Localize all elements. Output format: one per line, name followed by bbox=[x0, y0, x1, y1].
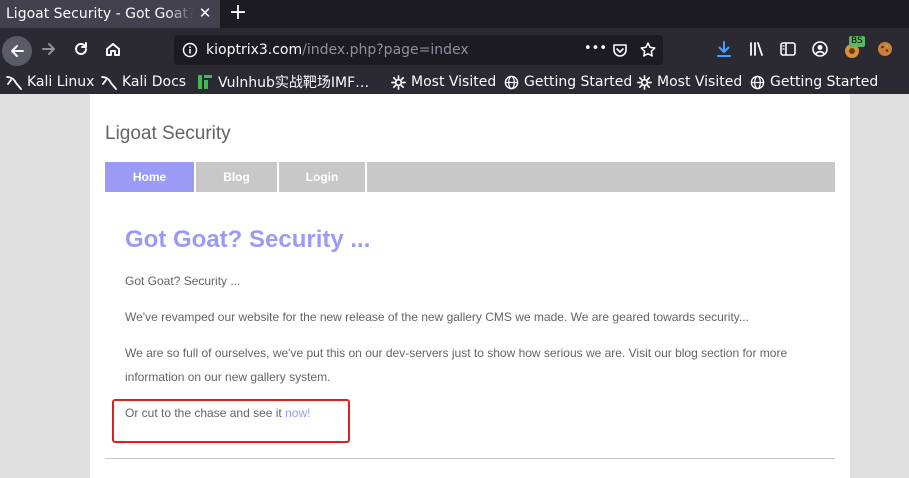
account-icon[interactable] bbox=[811, 40, 829, 58]
menu-item-blog[interactable]: Blog bbox=[196, 162, 279, 192]
page-actions-icon[interactable]: ••• bbox=[584, 41, 607, 56]
bookmark-vulnhub[interactable]: Vulnhub实战靶场IMF… bbox=[197, 73, 369, 91]
bookmark-label: Vulnhub实战靶场IMF… bbox=[218, 75, 370, 91]
cookie-icon[interactable] bbox=[876, 40, 894, 58]
extension-button[interactable]: BS bbox=[842, 36, 868, 62]
bookmark-getting-started[interactable]: Getting Started bbox=[750, 73, 878, 91]
sidebar-icon[interactable] bbox=[779, 40, 797, 58]
url-path: /index.php?page=index bbox=[302, 42, 469, 58]
site-info-icon[interactable] bbox=[182, 42, 198, 58]
bookmark-most-visited[interactable]: Most Visited bbox=[391, 73, 496, 91]
navigation-toolbar: kioptrix3.com/index.php?page=index ••• B… bbox=[0, 28, 909, 70]
kali-icon bbox=[101, 76, 117, 90]
forward-button[interactable] bbox=[35, 35, 63, 63]
url-text[interactable]: kioptrix3.com/index.php?page=index bbox=[206, 42, 469, 58]
revamp-paragraph: We've revamped our website for the new r… bbox=[125, 310, 749, 324]
gear-icon bbox=[391, 74, 406, 90]
globe-icon bbox=[504, 75, 519, 89]
forward-icon bbox=[42, 43, 55, 55]
vulnhub-icon bbox=[198, 75, 212, 89]
back-button[interactable] bbox=[2, 36, 32, 66]
back-icon bbox=[11, 45, 24, 57]
page-headline: Got Goat? Security ... bbox=[125, 226, 371, 253]
gear-icon bbox=[637, 74, 652, 90]
url-host: kioptrix3.com bbox=[206, 42, 303, 58]
download-icon[interactable] bbox=[715, 40, 733, 58]
globe-icon bbox=[750, 75, 765, 89]
bookmark-kali-linux[interactable]: Kali Linux bbox=[6, 73, 94, 91]
extension-badge: BS bbox=[849, 36, 865, 47]
home-button[interactable] bbox=[99, 35, 127, 63]
page-container: Ligoat Security Home Blog Login Got Goat… bbox=[90, 94, 850, 478]
footer-divider bbox=[105, 458, 835, 459]
bookmark-label: Most Visited bbox=[411, 74, 497, 90]
bookmark-most-visited[interactable]: Most Visited bbox=[637, 73, 742, 91]
library-icon[interactable] bbox=[748, 40, 766, 58]
bookmark-kali-docs[interactable]: Kali Docs bbox=[101, 73, 186, 91]
site-title: Ligoat Security bbox=[105, 123, 231, 144]
reload-icon bbox=[75, 42, 87, 55]
bookmarks-toolbar: Kali Linux Kali Docs Vulnhub实战靶场IMF… Mos… bbox=[0, 70, 909, 94]
dev-servers-paragraph: We are so full of ourselves, we've put t… bbox=[125, 346, 788, 384]
page-viewport: Ligoat Security Home Blog Login Got Goat… bbox=[0, 94, 909, 478]
kali-icon bbox=[6, 76, 22, 90]
tab-title: Ligoat Security - Got Goat? Security ... bbox=[6, 6, 194, 22]
bookmark-star-icon[interactable] bbox=[639, 41, 657, 59]
annotation-highlight-box bbox=[112, 399, 350, 443]
menu-item-login[interactable]: Login bbox=[279, 162, 367, 192]
tab-close-icon[interactable]: ✕ bbox=[196, 4, 214, 22]
bookmark-label: Most Visited bbox=[657, 74, 743, 90]
bookmark-label: Kali Linux bbox=[27, 74, 95, 90]
home-icon bbox=[106, 43, 120, 56]
menu-item-home[interactable]: Home bbox=[105, 162, 196, 192]
bookmark-label: Getting Started bbox=[524, 74, 633, 90]
tab-strip: Ligoat Security - Got Goat? Security ...… bbox=[0, 0, 909, 28]
address-bar[interactable]: kioptrix3.com/index.php?page=index ••• bbox=[174, 35, 663, 65]
bookmark-label: Getting Started bbox=[770, 74, 879, 90]
browser-tab[interactable]: Ligoat Security - Got Goat? Security ...… bbox=[0, 0, 220, 28]
reload-button[interactable] bbox=[67, 35, 95, 63]
pocket-icon[interactable] bbox=[611, 41, 629, 59]
intro-paragraph: Got Goat? Security ... bbox=[125, 274, 241, 288]
bookmark-getting-started[interactable]: Getting Started bbox=[504, 73, 632, 91]
site-menu: Home Blog Login bbox=[105, 162, 835, 192]
bookmark-label: Kali Docs bbox=[122, 74, 187, 90]
new-tab-button[interactable]: + bbox=[228, 2, 248, 24]
